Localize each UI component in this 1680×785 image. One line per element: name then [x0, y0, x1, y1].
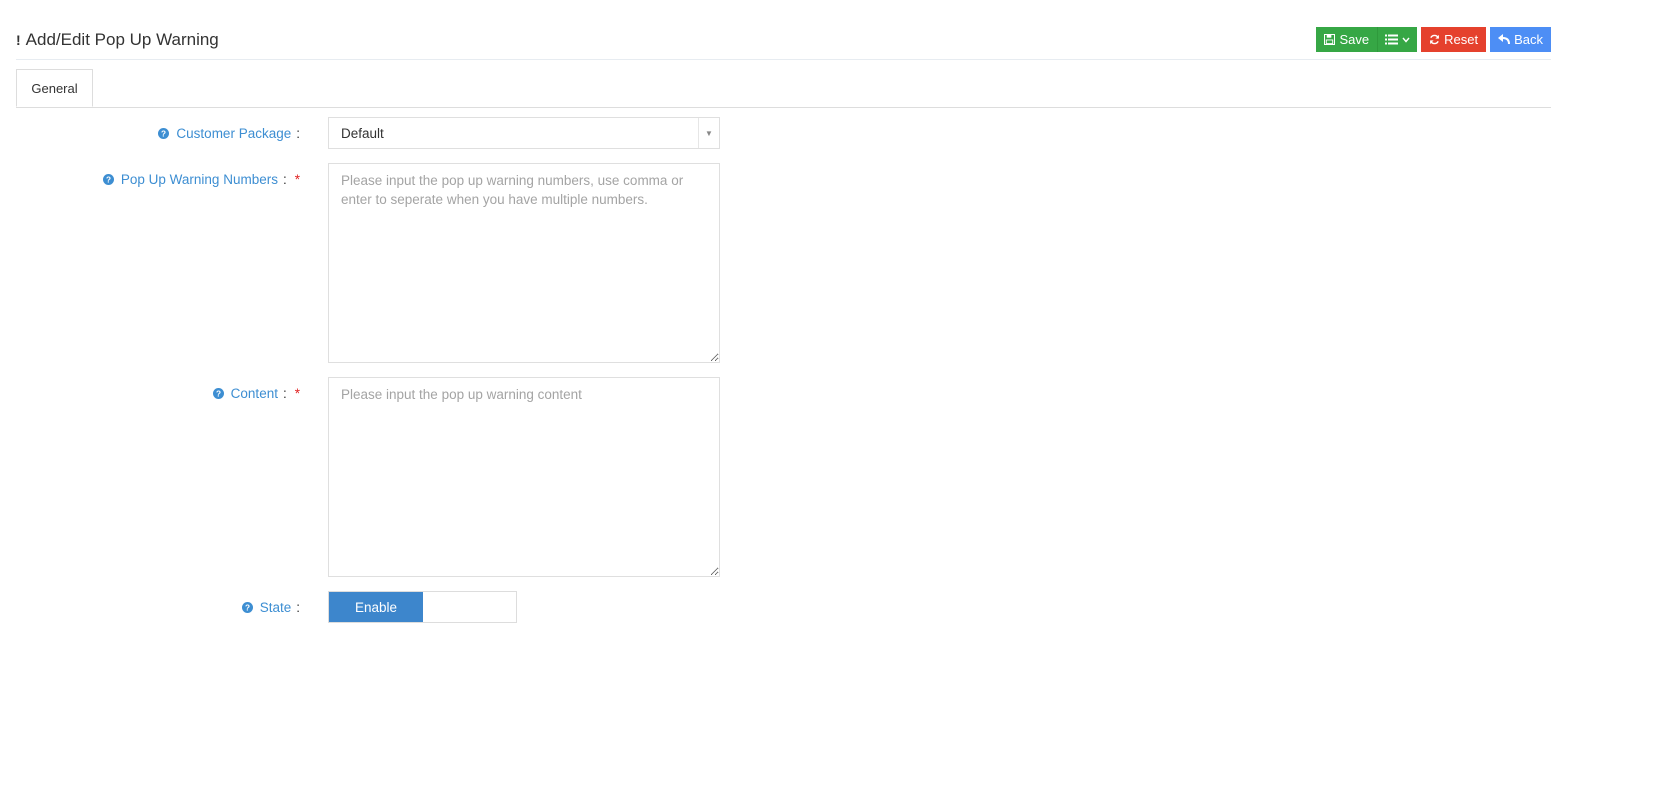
numbers-label-text: Pop Up Warning Numbers: [120, 172, 278, 187]
state-toggle-switch[interactable]: Enable: [328, 591, 517, 623]
label-colon: :: [282, 386, 287, 401]
content-label: ? Content : *: [212, 386, 300, 401]
save-button-group: Save: [1316, 27, 1418, 52]
floppy-disk-icon: [1324, 34, 1336, 45]
page-header: ! Add/Edit Pop Up Warning Save Reset Bac…: [16, 24, 1551, 60]
content-textarea[interactable]: [328, 377, 720, 577]
state-switch-handle: [423, 592, 516, 622]
question-circle-icon: ?: [158, 128, 170, 139]
exclamation-icon: !: [16, 32, 21, 48]
reply-icon: [1498, 34, 1511, 45]
save-button-label: Save: [1339, 32, 1370, 47]
content-row: ? Content : *: [0, 377, 740, 577]
question-circle-icon: ?: [212, 388, 224, 399]
state-label-text: State: [259, 600, 292, 615]
label-colon: :: [296, 126, 300, 141]
back-button[interactable]: Back: [1490, 27, 1551, 52]
reset-button-label: Reset: [1444, 32, 1479, 47]
question-circle-icon: ?: [102, 174, 114, 185]
customer-package-label-text: Customer Package: [176, 126, 292, 141]
customer-package-label: ? Customer Package :: [158, 126, 300, 141]
question-circle-icon: ?: [241, 602, 253, 613]
page-title: ! Add/Edit Pop Up Warning: [16, 30, 219, 50]
customer-package-value: Default: [341, 125, 384, 141]
svg-text:?: ?: [106, 175, 111, 184]
numbers-label: ? Pop Up Warning Numbers : *: [102, 172, 300, 187]
required-marker: *: [294, 172, 300, 187]
numbers-row: ? Pop Up Warning Numbers : *: [0, 163, 740, 363]
content-label-text: Content: [230, 386, 278, 401]
numbers-textarea[interactable]: [328, 163, 720, 363]
list-icon: [1385, 34, 1399, 45]
state-enable-label: Enable: [329, 592, 423, 622]
svg-text:?: ?: [245, 603, 250, 612]
refresh-icon: [1430, 34, 1440, 45]
customer-package-select[interactable]: Default ▼: [328, 117, 720, 149]
state-label: ? State :: [241, 600, 300, 615]
required-marker: *: [294, 386, 300, 401]
tab-bar: General: [16, 69, 1551, 108]
chevron-down-icon: [1402, 37, 1410, 43]
tab-general[interactable]: General: [16, 69, 93, 107]
page-title-text: Add/Edit Pop Up Warning: [25, 30, 219, 49]
svg-text:?: ?: [161, 129, 166, 138]
label-colon: :: [282, 172, 287, 187]
save-options-dropdown[interactable]: [1378, 27, 1418, 52]
customer-package-row: ? Customer Package : Default ▼: [0, 117, 740, 149]
page: ! Add/Edit Pop Up Warning Save Reset Bac…: [0, 0, 1680, 785]
reset-button[interactable]: Reset: [1421, 27, 1487, 52]
back-button-label: Back: [1514, 32, 1543, 47]
svg-text:?: ?: [216, 389, 221, 398]
state-row: ? State : Enable: [0, 591, 740, 623]
caret-down-icon: ▼: [698, 118, 719, 148]
label-colon: :: [296, 600, 300, 615]
save-button[interactable]: Save: [1316, 27, 1379, 52]
toolbar: Save Reset Back: [1316, 27, 1551, 52]
